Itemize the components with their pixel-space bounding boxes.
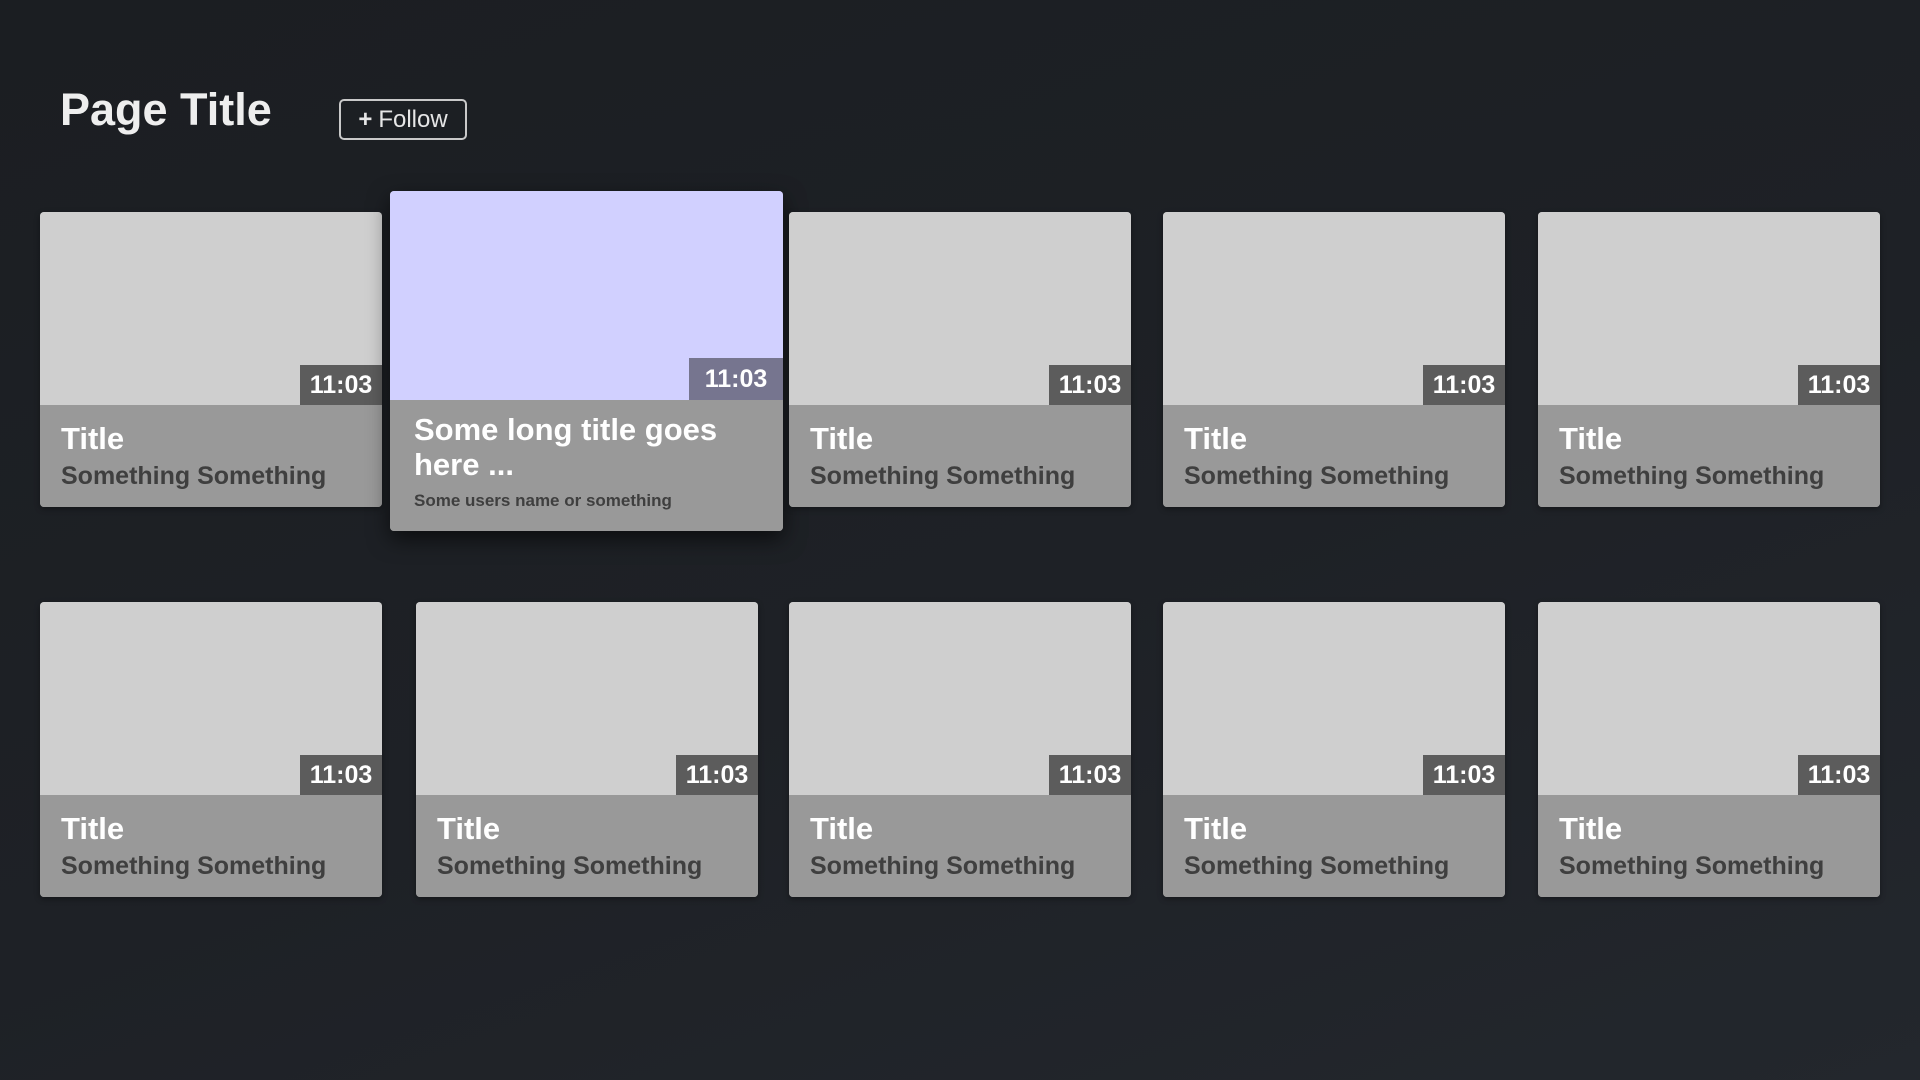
duration-badge: 11:03: [1049, 365, 1131, 405]
video-thumbnail: 11:03: [789, 602, 1131, 795]
video-thumbnail: 11:03: [390, 191, 783, 400]
card-title: Title: [1184, 811, 1248, 846]
card-subtitle: Some users name or something: [414, 491, 672, 510]
video-thumbnail: 11:03: [1538, 602, 1880, 795]
video-grid: 11:03 Title Something Something 11:03 So…: [0, 0, 1920, 1080]
video-card[interactable]: 11:03 Title Something Something: [416, 602, 758, 897]
card-subtitle: Something Something: [1184, 462, 1450, 490]
video-card[interactable]: 11:03 Title Something Something: [40, 212, 382, 507]
video-card[interactable]: 11:03 Title Something Something: [789, 212, 1131, 507]
card-info: Some long title goes here ... Some users…: [390, 400, 783, 531]
card-info: Title Something Something: [416, 795, 758, 897]
duration-badge: 11:03: [689, 358, 783, 400]
card-subtitle: Something Something: [61, 852, 327, 880]
video-thumbnail: 11:03: [1163, 212, 1505, 405]
card-info: Title Something Something: [1538, 795, 1880, 897]
video-card[interactable]: 11:03 Title Something Something: [40, 602, 382, 897]
card-subtitle: Something Something: [810, 462, 1076, 490]
video-card[interactable]: 11:03 Title Something Something: [789, 602, 1131, 897]
video-thumbnail: 11:03: [40, 602, 382, 795]
card-info: Title Something Something: [789, 405, 1131, 507]
video-card[interactable]: 11:03 Title Something Something: [1163, 212, 1505, 507]
duration-badge: 11:03: [300, 755, 382, 795]
card-subtitle: Something Something: [61, 462, 327, 490]
card-info: Title Something Something: [40, 795, 382, 897]
card-title: Some long title goes here ...: [414, 412, 718, 482]
card-subtitle: Something Something: [1184, 852, 1450, 880]
card-title: Title: [1559, 811, 1623, 846]
duration-badge: 11:03: [300, 365, 382, 405]
duration-badge: 11:03: [1423, 755, 1505, 795]
card-title: Title: [810, 421, 874, 456]
card-title: Title: [1559, 421, 1623, 456]
duration-badge: 11:03: [1049, 755, 1131, 795]
video-card[interactable]: 11:03 Title Something Something: [1163, 602, 1505, 897]
video-thumbnail: 11:03: [416, 602, 758, 795]
video-card[interactable]: 11:03 Title Something Something: [1538, 602, 1880, 897]
video-card-focused[interactable]: 11:03 Some long title goes here ... Some…: [390, 191, 783, 531]
card-subtitle: Something Something: [1559, 462, 1825, 490]
card-title: Title: [61, 421, 125, 456]
duration-badge: 11:03: [676, 755, 758, 795]
card-info: Title Something Something: [1163, 405, 1505, 507]
video-thumbnail: 11:03: [1538, 212, 1880, 405]
video-card[interactable]: 11:03 Title Something Something: [1538, 212, 1880, 507]
card-subtitle: Something Something: [437, 852, 703, 880]
card-subtitle: Something Something: [1559, 852, 1825, 880]
video-thumbnail: 11:03: [40, 212, 382, 405]
duration-badge: 11:03: [1798, 365, 1880, 405]
card-info: Title Something Something: [40, 405, 382, 507]
card-info: Title Something Something: [1538, 405, 1880, 507]
card-info: Title Something Something: [1163, 795, 1505, 897]
duration-badge: 11:03: [1798, 755, 1880, 795]
card-subtitle: Something Something: [810, 852, 1076, 880]
card-title: Title: [61, 811, 125, 846]
video-thumbnail: 11:03: [1163, 602, 1505, 795]
video-thumbnail: 11:03: [789, 212, 1131, 405]
card-title: Title: [437, 811, 501, 846]
card-title: Title: [810, 811, 874, 846]
card-title: Title: [1184, 421, 1248, 456]
duration-badge: 11:03: [1423, 365, 1505, 405]
card-info: Title Something Something: [789, 795, 1131, 897]
